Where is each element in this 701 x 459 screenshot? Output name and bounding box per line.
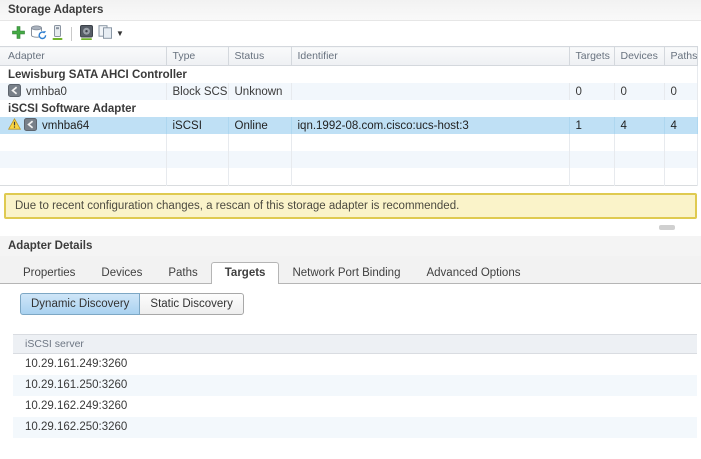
column-header-targets[interactable]: Targets	[569, 46, 615, 66]
tab-advanced-options[interactable]: Advanced Options	[413, 263, 533, 283]
disk-rescan-icon	[80, 24, 93, 43]
storage-adapters-title: Storage Adapters	[8, 4, 104, 16]
dynamic-discovery-button[interactable]: Dynamic Discovery	[20, 293, 141, 315]
adapter-details-header: Adapter Details	[0, 236, 701, 256]
rescan-notice: Due to recent configuration changes, a r…	[4, 193, 697, 219]
splitter-handle[interactable]	[659, 225, 675, 230]
tab-targets[interactable]: Targets	[210, 262, 280, 284]
copy-icon	[98, 25, 113, 42]
adapter-details-tabbar: Properties Devices Paths Targets Network…	[0, 256, 701, 284]
targets-tab-content: Dynamic Discovery Static Discovery iSCSI…	[0, 284, 701, 459]
tab-properties[interactable]: Properties	[10, 263, 88, 283]
adapter-type[interactable]: iSCSI	[166, 117, 229, 134]
add-icon	[12, 25, 25, 42]
adapters-table-header-row: Adapter Type Status Identifier Targets D…	[0, 46, 698, 66]
disk-rescan-button[interactable]	[80, 24, 93, 43]
adapter-targets[interactable]: 0	[569, 83, 615, 100]
toolbar-separator	[71, 26, 72, 41]
adapter-status[interactable]: Online	[228, 117, 292, 134]
column-header-status[interactable]: Status	[228, 46, 292, 66]
adapter-group-row-iscsi[interactable]: iSCSI Software Adapter	[0, 100, 698, 117]
tab-paths[interactable]: Paths	[155, 263, 210, 283]
adapter-targets[interactable]: 1	[569, 117, 615, 134]
storage-adapter-icon	[8, 83, 21, 100]
column-header-devices[interactable]: Devices	[614, 46, 665, 66]
storage-adapter-icon	[24, 117, 37, 134]
storage-adapters-header: Storage Adapters	[0, 0, 701, 21]
caret-down-icon: ▼	[116, 28, 124, 38]
rescan-storage-button[interactable]	[30, 25, 47, 43]
discovery-toggle: Dynamic Discovery Static Discovery	[20, 293, 244, 315]
add-adapter-button[interactable]	[12, 25, 25, 42]
group-label[interactable]: Lewisburg SATA AHCI Controller	[0, 65, 698, 83]
rescan-adapter-icon	[52, 24, 63, 43]
adapter-paths[interactable]: 4	[664, 117, 698, 134]
rescan-notice-text: Due to recent configuration changes, a r…	[15, 200, 460, 212]
adapter-status[interactable]: Unknown	[228, 83, 292, 100]
tab-devices[interactable]: Devices	[88, 263, 155, 283]
group-label[interactable]: iSCSI Software Adapter	[0, 100, 698, 117]
iscsi-server-row[interactable]: 10.29.161.250:3260	[13, 375, 697, 396]
rescan-adapter-button[interactable]	[52, 24, 63, 43]
storage-adapters-toolbar: ▼	[0, 21, 701, 46]
empty-row[interactable]	[0, 151, 698, 168]
rescan-storage-icon	[30, 25, 47, 43]
iscsi-server-table: iSCSI server 10.29.161.249:3260 10.29.16…	[13, 334, 697, 459]
adapter-group-row-lewisburg[interactable]: Lewisburg SATA AHCI Controller	[0, 65, 698, 83]
adapter-row-vmhba0[interactable]: vmhba0 Block SCSI Unknown 0 0 0	[0, 83, 698, 100]
panel-splitter[interactable]	[0, 219, 701, 236]
iscsi-server-row[interactable]: 10.29.162.249:3260	[13, 396, 697, 417]
adapter-type[interactable]: Block SCSI	[166, 83, 229, 100]
adapter-devices[interactable]: 0	[614, 83, 665, 100]
adapter-devices[interactable]: 4	[614, 117, 665, 134]
static-discovery-button[interactable]: Static Discovery	[139, 293, 244, 315]
copy-button[interactable]: ▼	[98, 25, 124, 42]
empty-row[interactable]	[0, 134, 698, 151]
column-header-adapter[interactable]: Adapter	[0, 46, 167, 66]
column-header-type[interactable]: Type	[166, 46, 229, 66]
adapter-name: vmhba0	[26, 85, 67, 98]
column-header-identifier[interactable]: Identifier	[291, 46, 570, 66]
empty-row[interactable]	[13, 438, 697, 459]
adapter-details-title: Adapter Details	[8, 240, 93, 252]
iscsi-server-row[interactable]: 10.29.161.249:3260	[13, 354, 697, 375]
warning-icon	[7, 117, 22, 133]
adapter-name: vmhba64	[42, 119, 90, 132]
adapter-identifier[interactable]: iqn.1992-08.com.cisco:ucs-host:3	[291, 117, 570, 134]
iscsi-server-row[interactable]: 10.29.162.250:3260	[13, 417, 697, 438]
column-header-iscsi-server[interactable]: iSCSI server	[13, 334, 697, 354]
adapters-table: Adapter Type Status Identifier Targets D…	[0, 46, 698, 186]
storage-adapters-panel: Storage Adapters ▼ Adapter Type Status I…	[0, 0, 701, 459]
tab-network-port-binding[interactable]: Network Port Binding	[279, 263, 413, 283]
column-header-paths[interactable]: Paths	[664, 46, 698, 66]
adapter-row-vmhba64[interactable]: vmhba64 iSCSI Online iqn.1992-08.com.cis…	[0, 117, 698, 134]
empty-row[interactable]	[0, 168, 698, 186]
adapter-identifier[interactable]	[291, 83, 570, 100]
adapter-paths[interactable]: 0	[664, 83, 698, 100]
